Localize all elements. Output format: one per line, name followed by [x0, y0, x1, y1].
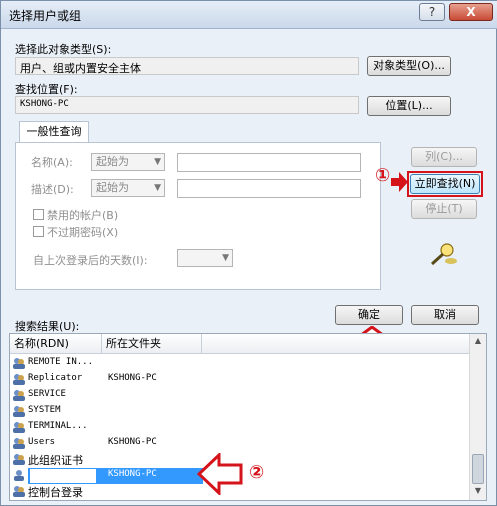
user-icon	[14, 470, 24, 481]
close-button[interactable]: X	[449, 3, 493, 21]
list-item[interactable]: Replicator KSHONG-PC	[10, 372, 470, 388]
object-type-label: 选择此对象类型(S):	[15, 43, 112, 56]
list-item[interactable]: Users KSHONG-PC	[10, 436, 470, 452]
scroll-up-icon[interactable]: ▲	[472, 336, 484, 348]
disabled-accounts-checkbox[interactable]	[33, 209, 44, 220]
row-name: SERVICE	[28, 389, 66, 399]
no-expire-password-label: 不过期密码(X)	[47, 226, 119, 239]
description-mode-select[interactable]: 起始为 ▼	[91, 179, 165, 197]
description-mode-value: 起始为	[96, 181, 129, 194]
name-label: 名称(A):	[31, 156, 73, 169]
find-now-button[interactable]: 立即查找(N)	[410, 174, 480, 194]
row-folder: KSHONG-PC	[108, 469, 157, 479]
column-header-name[interactable]: 名称(RDN)	[10, 334, 102, 354]
days-since-login-label: 自上次登录后的天数(I):	[33, 254, 148, 267]
scrollbar-thumb[interactable]	[472, 454, 484, 484]
help-button[interactable]: ?	[419, 3, 445, 21]
search-results-list[interactable]: 名称(RDN) 所在文件夹 REMOTE IN... Replicator KS…	[9, 333, 487, 501]
title-bar[interactable]: 选择用户或组 ? X	[1, 1, 497, 29]
description-input[interactable]	[177, 179, 361, 198]
group-icon	[13, 358, 25, 369]
window-title: 选择用户或组	[9, 9, 82, 23]
days-since-login-select[interactable]: ▼	[177, 249, 233, 267]
row-folder: KSHONG-PC	[108, 437, 157, 447]
name-mode-select[interactable]: 起始为 ▼	[91, 153, 165, 171]
annotation-marker-1: ①	[375, 165, 391, 186]
search-results-label: 搜索结果(U):	[15, 320, 80, 333]
list-item[interactable]: SYSTEM	[10, 404, 470, 420]
group-icon	[13, 406, 25, 417]
object-types-button[interactable]: 对象类型(O)...	[367, 56, 451, 76]
row-name: TERMINAL...	[28, 421, 88, 431]
group-icon	[13, 422, 25, 433]
row-name: Users	[28, 437, 56, 447]
select-users-groups-dialog: 选择用户或组 ? X 选择此对象类型(S): 用户、组或内置安全主体 对象类型(…	[0, 0, 497, 506]
vertical-scrollbar[interactable]: ▲ ▼	[469, 334, 486, 500]
scroll-down-icon[interactable]: ▼	[472, 486, 484, 498]
location-label: 查找位置(F):	[15, 83, 78, 96]
list-item[interactable]: SERVICE	[10, 388, 470, 404]
group-icon	[13, 374, 25, 385]
arrow-left-icon	[197, 453, 243, 495]
column-header-filler	[202, 334, 470, 354]
name-mode-value: 起始为	[96, 155, 129, 168]
cancel-button[interactable]: 取消	[411, 305, 479, 325]
list-item[interactable]: TERMINAL...	[10, 420, 470, 436]
stop-button[interactable]: 停止(T)	[411, 199, 477, 219]
row-name: REMOTE IN...	[28, 357, 94, 367]
row-name: SYSTEM	[28, 405, 61, 415]
group-icon	[13, 438, 25, 449]
redacted-name	[30, 469, 96, 483]
group-icon	[13, 390, 25, 401]
name-input[interactable]	[177, 153, 361, 172]
ok-button[interactable]: 确定	[335, 305, 403, 325]
object-type-field: 用户、组或内置安全主体	[15, 57, 359, 75]
list-item[interactable]: REMOTE IN...	[10, 356, 470, 372]
row-name: 此组织证书	[28, 454, 83, 467]
chevron-down-icon: ▼	[154, 157, 161, 167]
disabled-accounts-label: 禁用的帐户(B)	[47, 209, 119, 222]
description-label: 描述(D):	[31, 183, 74, 196]
column-header-folder[interactable]: 所在文件夹	[102, 334, 202, 354]
row-folder: KSHONG-PC	[108, 373, 157, 383]
annotation-marker-2: ②	[249, 462, 265, 483]
chevron-down-icon: ▼	[154, 183, 161, 193]
locations-button[interactable]: 位置(L)...	[367, 96, 451, 116]
location-field: KSHONG-PC	[15, 96, 359, 114]
no-expire-password-checkbox[interactable]	[33, 226, 44, 237]
row-name: Replicator	[28, 373, 83, 383]
search-users-icon	[430, 243, 457, 266]
group-icon	[13, 454, 25, 465]
columns-button[interactable]: 列(C)...	[411, 147, 477, 167]
group-icon	[13, 486, 25, 497]
row-name: 控制台登录	[28, 486, 83, 499]
chevron-down-icon: ▼	[222, 253, 229, 263]
tab-general-query[interactable]: 一般性查询	[19, 121, 89, 143]
